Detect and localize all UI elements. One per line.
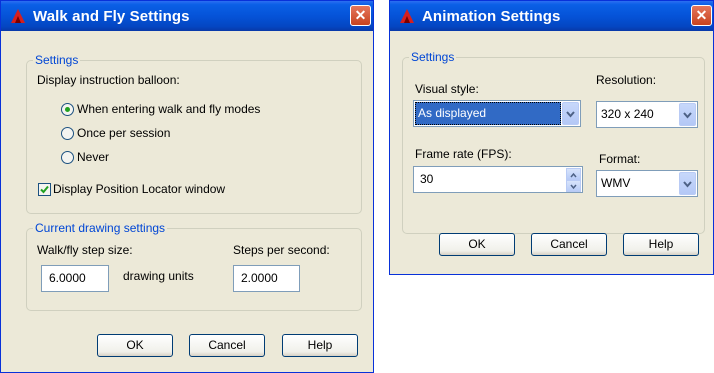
frame-rate-spinner[interactable]: 30: [413, 166, 583, 193]
resolution-select[interactable]: 320 x 240: [596, 101, 698, 128]
drawing-group-legend: Current drawing settings: [35, 221, 166, 235]
steps-per-second-label: Steps per second:: [233, 243, 330, 257]
ok-button[interactable]: OK: [97, 334, 173, 357]
spin-up-icon[interactable]: [566, 168, 581, 180]
cancel-button[interactable]: Cancel: [531, 233, 607, 256]
dialog-body: Settings Visual style: As displayed Reso…: [393, 31, 710, 271]
radio-icon[interactable]: [61, 127, 74, 140]
resolution-value: 320 x 240: [601, 107, 654, 121]
dialog-body: Settings Display instruction balloon: Wh…: [4, 31, 370, 369]
radio-label[interactable]: Never: [77, 150, 109, 164]
spin-down-icon[interactable]: [566, 180, 581, 192]
dropdown-arrow-icon[interactable]: [562, 102, 579, 125]
resolution-label: Resolution:: [596, 73, 657, 87]
title-bar[interactable]: Walk and Fly Settings ✕: [1, 1, 373, 31]
animation-settings-group: Settings: [402, 50, 705, 234]
radio-label[interactable]: When entering walk and fly modes: [77, 102, 260, 116]
step-size-label: Walk/fly step size:: [37, 243, 133, 257]
close-button[interactable]: ✕: [691, 5, 712, 26]
radio-icon[interactable]: [61, 103, 74, 116]
cancel-button[interactable]: Cancel: [189, 334, 265, 357]
autocad-app-icon: [11, 9, 25, 23]
checkbox[interactable]: [38, 183, 51, 196]
visual-style-select[interactable]: As displayed: [413, 100, 581, 127]
settings-group-legend: Settings: [411, 50, 455, 64]
drawing-units-label: drawing units: [123, 269, 194, 283]
close-button[interactable]: ✕: [350, 5, 371, 26]
balloon-label: Display instruction balloon:: [37, 73, 180, 87]
frame-rate-label: Frame rate (FPS):: [415, 147, 512, 161]
close-icon: ✕: [695, 7, 708, 23]
visual-style-label: Visual style:: [415, 82, 479, 96]
format-label: Format:: [599, 152, 641, 166]
radio-icon[interactable]: [61, 151, 74, 164]
dialog-title: Walk and Fly Settings: [33, 8, 190, 25]
frame-rate-value: 30: [420, 172, 434, 186]
close-icon: ✕: [354, 7, 367, 23]
step-size-input[interactable]: 6.0000: [41, 265, 109, 292]
dropdown-arrow-icon[interactable]: [679, 172, 696, 195]
ok-button[interactable]: OK: [439, 233, 515, 256]
help-button[interactable]: Help: [282, 334, 358, 357]
position-locator-label[interactable]: Display Position Locator window: [53, 182, 225, 196]
radio-label[interactable]: Once per session: [77, 126, 170, 140]
format-select[interactable]: WMV: [596, 170, 698, 197]
help-button[interactable]: Help: [623, 233, 699, 256]
autocad-app-icon: [400, 9, 414, 23]
dropdown-arrow-icon[interactable]: [679, 103, 696, 126]
format-value: WMV: [601, 176, 631, 190]
walk-fly-settings-dialog: Walk and Fly Settings ✕ Settings Display…: [0, 0, 374, 373]
visual-style-value: As displayed: [415, 102, 561, 125]
title-bar[interactable]: Animation Settings ✕: [390, 1, 713, 31]
checkbox-check-icon: [40, 185, 49, 194]
settings-group-legend: Settings: [35, 53, 79, 67]
animation-settings-dialog: Animation Settings ✕ Settings Visual sty…: [389, 0, 714, 275]
steps-per-second-input[interactable]: 2.0000: [233, 265, 300, 292]
dialog-title: Animation Settings: [422, 8, 561, 25]
